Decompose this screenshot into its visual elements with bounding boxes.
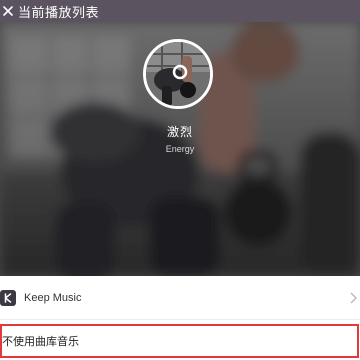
keep-music-label: Keep Music	[24, 291, 82, 304]
header-bar: 当前播放列表	[0, 0, 360, 22]
source-no-library-music[interactable]: 不使用曲库音乐	[0, 324, 359, 358]
playlist-subtitle: Energy	[165, 144, 195, 154]
source-keep-music[interactable]: Keep Music	[0, 276, 360, 320]
playlist-name: 激烈	[166, 125, 193, 139]
chevron-right-icon	[350, 291, 360, 305]
no-library-music-label: 不使用曲库音乐	[2, 336, 79, 348]
page-title: 当前播放列表	[18, 4, 100, 20]
playlist-screen: 当前播放列表 激烈 Energy Keep Music 不使用曲库音乐	[0, 0, 360, 360]
close-button[interactable]	[0, 0, 16, 22]
close-icon	[3, 6, 13, 16]
keep-logo-icon	[0, 289, 16, 306]
playlist-cover-image[interactable]	[143, 39, 213, 109]
playlist-hero: 激烈 Energy	[0, 22, 360, 276]
cover-photo	[146, 42, 210, 106]
